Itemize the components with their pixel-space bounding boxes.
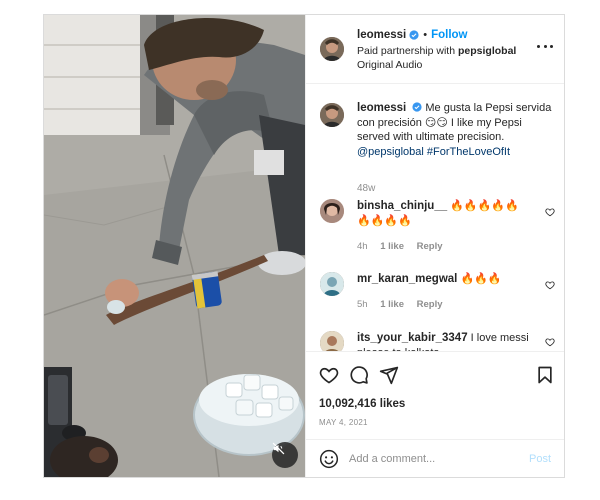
instagram-post: leomessi • Follow Paid partnership with …: [43, 14, 565, 478]
profile-picture: [320, 331, 344, 351]
heart-icon[interactable]: [545, 207, 555, 217]
comment-body: 🔥🔥🔥: [460, 273, 502, 285]
partner-link[interactable]: pepsiglobal: [458, 45, 516, 57]
avatar[interactable]: [320, 272, 344, 296]
profile-picture: [320, 37, 344, 61]
paid-partnership-line: Paid partnership with pepsiglobal: [357, 45, 516, 57]
more-options-icon[interactable]: [537, 41, 553, 51]
avatar[interactable]: [320, 37, 344, 61]
caption-username[interactable]: leomessi: [357, 102, 406, 114]
avatar[interactable]: [320, 199, 344, 223]
comment-text: binsha_chinju__ 🔥🔥🔥🔥🔥🔥🔥🔥🔥: [357, 199, 532, 229]
bookmark-icon[interactable]: [535, 365, 555, 385]
caption-emojis: 😏😏: [424, 116, 448, 129]
comment-meta: 4h 1 like Reply: [357, 241, 453, 252]
avatar[interactable]: [320, 331, 344, 351]
add-comment-bar: Post: [306, 439, 564, 477]
comment-username[interactable]: mr_karan_megwal: [357, 273, 457, 285]
comment-time[interactable]: 5h: [357, 299, 368, 310]
heart-icon[interactable]: [545, 280, 555, 290]
comment-likes[interactable]: 1 like: [380, 299, 404, 310]
post-author-username[interactable]: leomessi: [357, 29, 406, 41]
hashtag-link[interactable]: #ForTheLoveOfIt: [427, 146, 510, 158]
profile-picture: [320, 103, 344, 127]
caption-timestamp[interactable]: 48w: [357, 183, 375, 194]
speaker-muted-icon: [272, 442, 285, 455]
comment-username[interactable]: its_your_kabir_3347: [357, 332, 468, 344]
post-comment-button[interactable]: Post: [529, 453, 551, 465]
mute-button[interactable]: [272, 442, 298, 468]
follow-button[interactable]: Follow: [431, 29, 467, 41]
comment-text: its_your_kabir_3347 I love messi please …: [357, 331, 532, 351]
comment-text: mr_karan_megwal 🔥🔥🔥: [357, 272, 532, 287]
reply-button[interactable]: Reply: [417, 241, 443, 252]
post-video[interactable]: [44, 15, 305, 477]
post-header: leomessi • Follow Paid partnership with …: [306, 15, 564, 84]
caption-text: leomessi Me gusta la Pepsi servida con p…: [357, 101, 557, 159]
comment-meta: 5h 1 like Reply: [357, 299, 453, 310]
likes-count[interactable]: 10,092,416 likes: [319, 398, 405, 410]
heart-icon[interactable]: [545, 337, 555, 347]
header-user-line: leomessi • Follow: [357, 29, 468, 41]
comment-icon[interactable]: [349, 365, 369, 385]
profile-picture: [320, 272, 344, 296]
post-side-panel: leomessi • Follow Paid partnership with …: [305, 15, 564, 477]
post-actions: 10,092,416 likes MAY 4, 2021: [306, 351, 564, 439]
original-audio-link[interactable]: Original Audio: [357, 59, 422, 71]
verified-badge-icon: [412, 102, 422, 112]
post-date[interactable]: MAY 4, 2021: [319, 418, 368, 427]
comments-section[interactable]: leomessi Me gusta la Pepsi servida con p…: [306, 85, 564, 351]
comment-time[interactable]: 4h: [357, 241, 368, 252]
avatar[interactable]: [320, 103, 344, 127]
heart-icon[interactable]: [319, 365, 339, 385]
share-icon[interactable]: [379, 365, 399, 385]
comment-likes[interactable]: 1 like: [380, 241, 404, 252]
separator-dot: •: [423, 29, 428, 41]
video-frame: [44, 15, 305, 477]
verified-badge-icon: [409, 30, 419, 40]
comment-username[interactable]: binsha_chinju__: [357, 200, 447, 212]
reply-button[interactable]: Reply: [417, 299, 443, 310]
mention-link[interactable]: @pepsiglobal: [357, 146, 424, 158]
comment-input[interactable]: [349, 449, 519, 469]
profile-picture: [320, 199, 344, 223]
partnership-prefix: Paid partnership with: [357, 45, 456, 57]
emoji-icon[interactable]: [319, 449, 339, 469]
